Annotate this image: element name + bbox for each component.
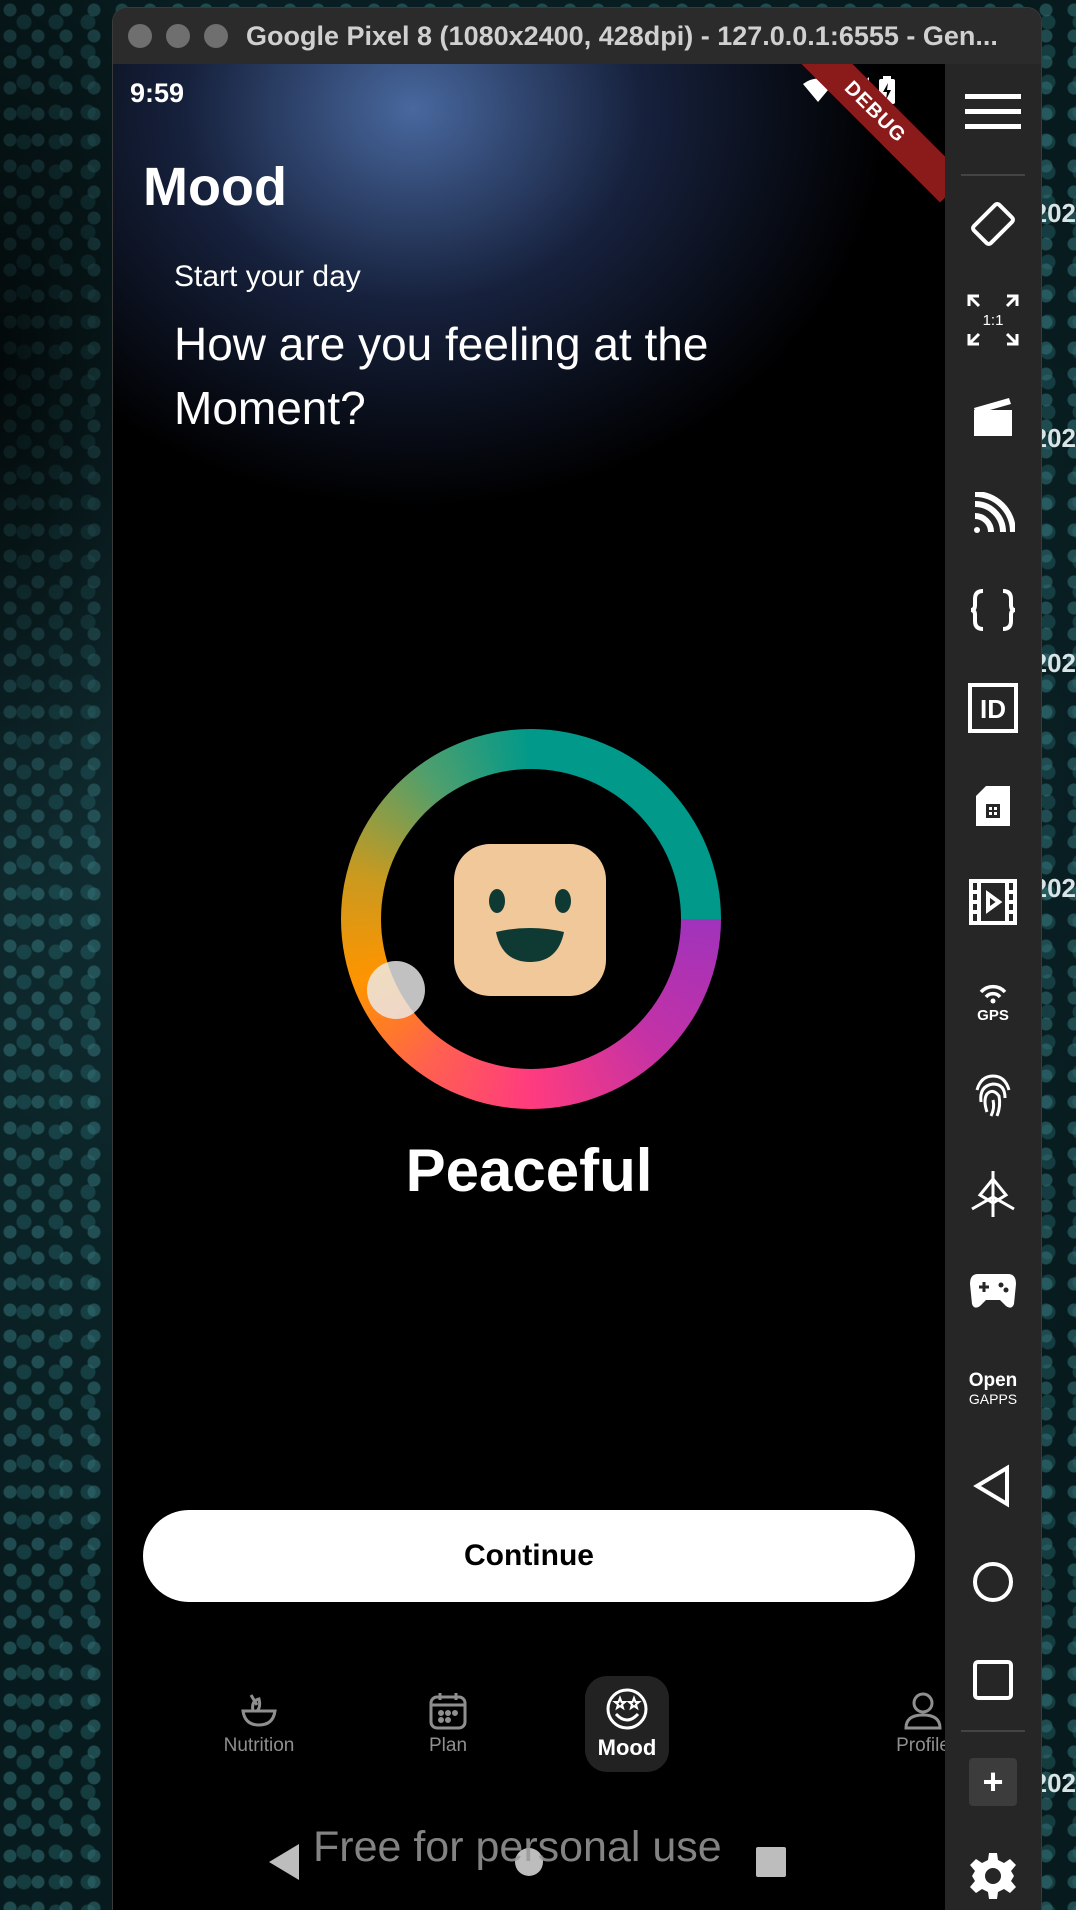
nav-item-nutrition[interactable]: Nutrition xyxy=(209,1676,309,1772)
settings-icon[interactable] xyxy=(945,1844,1041,1908)
cast-icon[interactable] xyxy=(945,482,1041,546)
mood-face-icon xyxy=(606,1688,648,1730)
calendar-icon xyxy=(429,1693,467,1730)
overview-square-icon[interactable] xyxy=(756,1847,786,1877)
plus-icon[interactable]: + xyxy=(945,1750,1041,1814)
opengapps-icon[interactable]: Open GAPPS xyxy=(945,1358,1041,1422)
status-time: 9:59 xyxy=(130,78,185,108)
person-icon xyxy=(904,1692,942,1730)
selected-mood-label: Peaceful xyxy=(405,1137,653,1204)
minimize-window-button[interactable] xyxy=(166,24,190,48)
back-icon[interactable] xyxy=(945,1454,1041,1518)
menu-icon[interactable] xyxy=(945,82,1041,142)
nav-item-profile[interactable]: Profile xyxy=(873,1676,945,1772)
svg-text:GPS: GPS xyxy=(977,1007,1009,1022)
page-title: Mood xyxy=(143,157,287,217)
mood-question: How are you feeling at the Moment? xyxy=(174,318,709,434)
bowl-icon xyxy=(241,1694,277,1727)
toolbar-divider xyxy=(961,174,1025,176)
device-screen: 9:59 DEBUG Mood Start your day How are y… xyxy=(113,64,945,1910)
continue-button[interactable]: Continue xyxy=(143,1510,915,1602)
opengapps-label: Open xyxy=(968,1370,1018,1391)
gamepad-icon[interactable] xyxy=(945,1258,1041,1322)
fit-1-1-icon[interactable]: 1:1 xyxy=(945,288,1041,352)
window-title: Google Pixel 8 (1080x2400, 428dpi) - 127… xyxy=(246,20,998,51)
mood-slider-handle[interactable] xyxy=(367,961,425,1019)
sensors-icon[interactable] xyxy=(945,1162,1041,1226)
id-icon[interactable]: ID xyxy=(945,676,1041,740)
nav-label: Nutrition xyxy=(223,1735,295,1756)
nav-item-mood[interactable]: Mood xyxy=(585,1676,669,1772)
zoom-window-button[interactable] xyxy=(204,24,228,48)
back-triangle-icon[interactable] xyxy=(269,1844,301,1880)
watermark: Free for personal use xyxy=(313,1823,722,1871)
toolbar-divider xyxy=(961,1730,1025,1732)
opengapps-sublabel: GAPPS xyxy=(968,1391,1018,1407)
nav-label: Plan xyxy=(428,1735,468,1756)
overview-icon[interactable] xyxy=(945,1648,1041,1712)
background-year-labels: 202 202 202 202 202 xyxy=(1033,0,1076,1910)
fingerprint-icon[interactable] xyxy=(945,1064,1041,1128)
gps-icon[interactable]: GPS xyxy=(945,968,1041,1032)
nav-label: Profile xyxy=(896,1735,945,1756)
mood-face-icon xyxy=(454,844,606,996)
status-bar: 9:59 DEBUG xyxy=(113,64,945,203)
rotate-icon[interactable] xyxy=(945,192,1041,256)
subtitle: Start your day xyxy=(174,260,361,293)
home-icon[interactable] xyxy=(945,1550,1041,1614)
nav-label: Mood xyxy=(597,1735,657,1760)
aspect-ratio-label: 1:1 xyxy=(983,312,1004,329)
emulator-window: Google Pixel 8 (1080x2400, 428dpi) - 127… xyxy=(113,8,1041,1910)
clapperboard-icon[interactable] xyxy=(945,384,1041,448)
emulator-toolbar: 1:1 ID GPS Open GAPPS + xyxy=(945,64,1041,1910)
sim-card-icon[interactable] xyxy=(945,774,1041,838)
nav-item-plan[interactable]: Plan xyxy=(398,1676,498,1772)
bottom-navigation: Nutrition Plan Mood Profile xyxy=(113,1676,945,1776)
close-window-button[interactable] xyxy=(128,24,152,48)
window-titlebar[interactable]: Google Pixel 8 (1080x2400, 428dpi) - 127… xyxy=(113,8,1041,64)
braces-icon[interactable] xyxy=(945,578,1041,642)
svg-text:ID: ID xyxy=(980,694,1006,724)
screen-record-icon[interactable] xyxy=(945,870,1041,934)
